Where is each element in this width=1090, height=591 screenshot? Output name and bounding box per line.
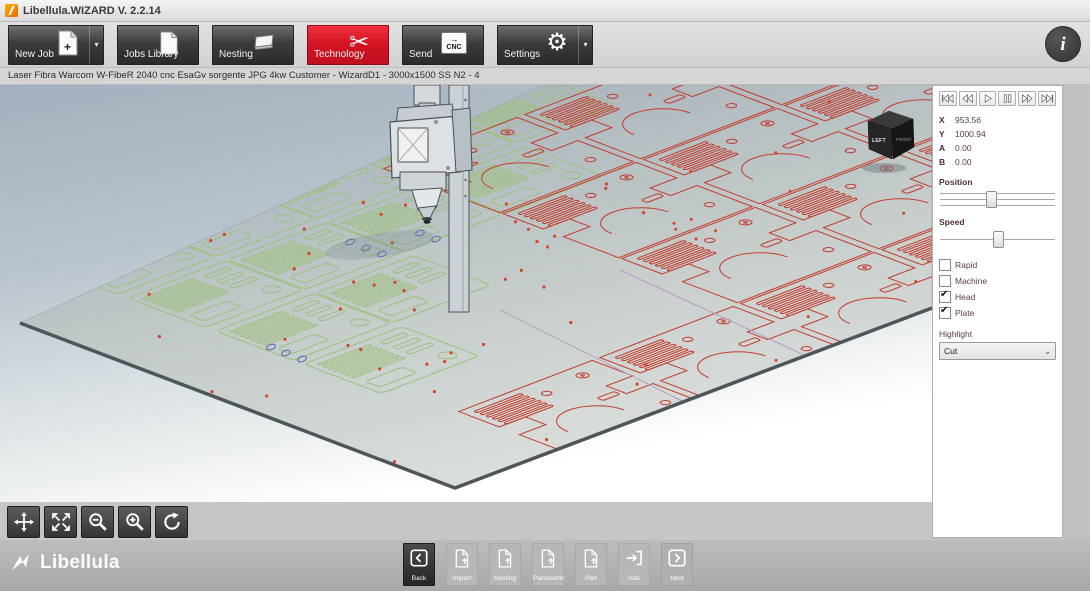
layer-toggles: Rapid Machine Head Plate xyxy=(939,259,1056,319)
step-back-button[interactable] xyxy=(959,91,977,106)
job-breadcrumb: Laser Fibra Warcom W-FibeR 2040 cnc EsaG… xyxy=(0,68,1090,85)
machine-3d-viewport[interactable]: LEFT FRONT xyxy=(0,85,932,502)
file-import-icon xyxy=(583,547,600,569)
new-job-dropdown-arrow[interactable]: ▾ xyxy=(89,26,103,64)
parametric-button[interactable]: Parametric xyxy=(532,543,564,586)
add-button[interactable]: Add xyxy=(618,543,650,586)
nesting-step-button[interactable]: Nesting xyxy=(489,543,521,586)
position-label: Position xyxy=(939,177,1056,187)
next-icon xyxy=(668,547,686,569)
rotate-view-icon xyxy=(162,512,182,532)
sheet-icon xyxy=(251,30,277,56)
head-checkbox[interactable]: Head xyxy=(939,291,1056,303)
fit-view-icon xyxy=(51,512,71,532)
axis-label: A xyxy=(939,143,955,153)
wizard-navigation: Back Import Nesting Parametric Part Add xyxy=(403,543,693,586)
highlight-label: Highlight xyxy=(939,329,1056,339)
play-button[interactable] xyxy=(979,91,997,106)
axis-value: 0.00 xyxy=(955,143,972,153)
playback-controls xyxy=(939,91,1056,106)
technology-button[interactable]: ✂ Technology xyxy=(307,25,389,65)
gear-icon: ⚙ xyxy=(544,30,570,56)
pan-button[interactable] xyxy=(7,506,40,538)
zoom-out-button[interactable] xyxy=(81,506,114,538)
zoom-in-icon xyxy=(125,512,145,532)
part-button[interactable]: Part xyxy=(575,543,607,586)
dragonfly-icon xyxy=(10,552,34,574)
machine-checkbox[interactable]: Machine xyxy=(939,275,1056,287)
cnc-simulation-panel: X953.56 Y1000.94 A0.00 B0.00 Position Sp… xyxy=(932,85,1063,538)
app-icon xyxy=(5,4,18,17)
toolbar-button-label: Technology xyxy=(314,49,365,60)
new-job-button[interactable]: + New Job ▾ xyxy=(8,25,104,65)
axis-readout: X953.56 Y1000.94 A0.00 B0.00 xyxy=(939,115,1056,167)
checkbox-box xyxy=(939,259,951,271)
axis-value: 0.00 xyxy=(955,157,972,167)
pause-button[interactable] xyxy=(998,91,1016,106)
checkbox-label: Machine xyxy=(955,276,987,286)
fit-view-button[interactable] xyxy=(44,506,77,538)
checkbox-label: Rapid xyxy=(955,260,977,270)
highlight-dropdown-value: Cut xyxy=(944,346,957,356)
axis-value: 953.56 xyxy=(955,115,981,125)
zoom-out-icon xyxy=(88,512,108,532)
checkbox-box xyxy=(939,275,951,287)
view-tools xyxy=(7,506,188,538)
axis-value: 1000.94 xyxy=(955,129,986,139)
back-icon xyxy=(410,547,428,569)
position-slider-thumb[interactable] xyxy=(986,191,997,208)
logo-text: Libellula xyxy=(40,552,120,574)
file-import-icon xyxy=(540,547,557,569)
checkbox-box xyxy=(939,291,951,303)
toolbar-button-label: Send xyxy=(409,49,432,60)
toolbar-button-label: Nesting xyxy=(219,49,253,60)
speed-label: Speed xyxy=(939,217,1056,227)
axis-label: X xyxy=(939,115,955,125)
axis-label: Y xyxy=(939,129,955,139)
send-cnc-icon: → CNC xyxy=(441,30,467,56)
speed-slider-thumb[interactable] xyxy=(993,231,1004,248)
highlight-dropdown[interactable]: Cut ⌄ xyxy=(939,342,1056,360)
skip-to-end-button[interactable] xyxy=(1038,91,1056,106)
send-button[interactable]: → CNC Send xyxy=(402,25,484,65)
info-button[interactable]: i xyxy=(1045,26,1081,62)
info-icon: i xyxy=(1060,35,1065,54)
nesting-button[interactable]: Nesting xyxy=(212,25,294,65)
checkbox-box xyxy=(939,307,951,319)
title-bar: Libellula.WIZARD V. 2.2.14 xyxy=(0,0,1090,22)
add-to-job-icon xyxy=(625,547,643,569)
plate-checkbox[interactable]: Plate xyxy=(939,307,1056,319)
step-forward-button[interactable] xyxy=(1018,91,1036,106)
axis-label: B xyxy=(939,157,955,167)
view-cube-left-label: LEFT xyxy=(872,138,886,144)
settings-dropdown-arrow[interactable]: ▾ xyxy=(578,26,592,64)
libellula-logo: Libellula xyxy=(10,552,120,574)
jobs-library-button[interactable]: Jobs Library xyxy=(117,25,199,65)
file-import-icon xyxy=(454,547,471,569)
svg-text:+: + xyxy=(64,40,71,54)
checkbox-label: Plate xyxy=(955,308,974,318)
import-button[interactable]: Import xyxy=(446,543,478,586)
chevron-down-icon: ⌄ xyxy=(1044,347,1051,356)
zoom-in-button[interactable] xyxy=(118,506,151,538)
rotate-view-button[interactable] xyxy=(155,506,188,538)
rapid-checkbox[interactable]: Rapid xyxy=(939,259,1056,271)
checkbox-label: Head xyxy=(955,292,975,302)
nesting-scene: LEFT FRONT xyxy=(0,85,932,502)
main-toolbar: + New Job ▾ Jobs Library Nesting ✂ Techn… xyxy=(0,22,1090,68)
settings-button[interactable]: ⚙ Settings ▾ xyxy=(497,25,593,65)
back-button[interactable]: Back xyxy=(403,543,435,586)
position-slider[interactable] xyxy=(939,191,1056,207)
pan-icon xyxy=(14,512,34,532)
toolbar-button-label: Settings xyxy=(504,49,540,60)
next-button[interactable]: Next xyxy=(661,543,693,586)
toolbar-button-label: Jobs Library xyxy=(124,49,178,60)
speed-slider[interactable] xyxy=(939,231,1056,247)
file-import-icon xyxy=(497,547,514,569)
toolbar-button-label: New Job xyxy=(15,49,54,60)
view-cube-right-label: FRONT xyxy=(896,137,912,142)
new-document-icon: + xyxy=(55,30,81,56)
skip-to-start-button[interactable] xyxy=(939,91,957,106)
window-title: Libellula.WIZARD V. 2.2.14 xyxy=(23,5,161,17)
